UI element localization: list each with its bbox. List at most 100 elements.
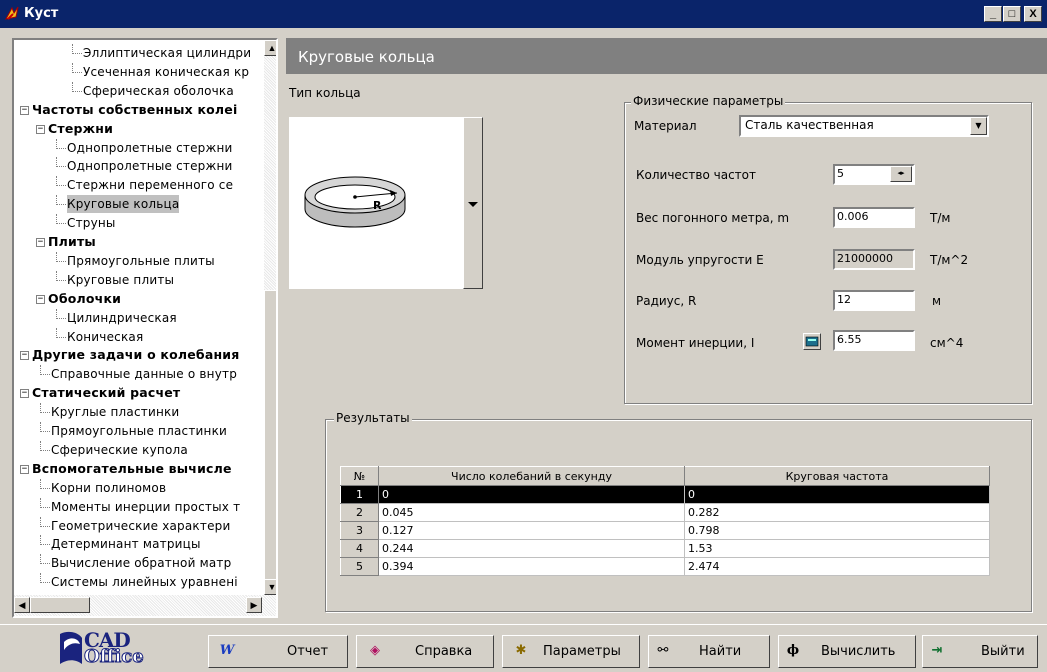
table-row[interactable]: 2 0.045 0.282: [340, 503, 990, 522]
tree-item[interactable]: Круговые плиты: [67, 271, 174, 289]
exit-button[interactable]: ⇥ Выйти: [922, 635, 1038, 668]
scroll-thumb[interactable]: [264, 290, 276, 580]
chevron-down-icon[interactable]: ▼: [970, 117, 987, 135]
tree-item[interactable]: Моменты инерции простых т: [51, 498, 240, 516]
tree-connector: [72, 62, 73, 73]
tree-connector: [40, 516, 41, 527]
h-scroll-thumb[interactable]: [30, 597, 90, 613]
tree-connector: [40, 506, 50, 508]
freq-count-spinner[interactable]: ◂▸: [890, 166, 912, 182]
table-cell: 0.045: [378, 503, 685, 522]
modulus-field: 21000000: [833, 249, 915, 270]
table-cell: 0: [378, 485, 685, 504]
tree-item[interactable]: Вспомогательные вычисле: [32, 460, 232, 478]
tree-item[interactable]: Плиты: [48, 233, 96, 251]
scroll-left-icon[interactable]: ◀: [14, 597, 30, 613]
collapse-toggle-icon[interactable]: −: [36, 294, 45, 304]
tree-item[interactable]: Оболочки: [48, 290, 121, 308]
tree-item[interactable]: Прямоугольные плиты: [67, 252, 215, 270]
ring-icon: R: [304, 176, 406, 228]
column-header[interactable]: №: [340, 466, 379, 486]
tree-item[interactable]: Геометрические характери: [51, 517, 230, 535]
tree-connector: [56, 308, 57, 319]
column-header[interactable]: Число колебаний в секунду: [378, 466, 685, 486]
find-button[interactable]: ⚯ Найти: [648, 635, 770, 668]
ring-type-dropdown-button[interactable]: [463, 117, 483, 289]
tree-item[interactable]: Эллиптическая цилиндри: [83, 44, 251, 62]
tree-item[interactable]: Сферические купола: [51, 441, 188, 459]
tree-item[interactable]: Прямоугольные пластинки: [51, 422, 227, 440]
scroll-up-icon[interactable]: ▲: [264, 40, 276, 56]
tree-item[interactable]: Однопролетные стержни: [67, 139, 233, 157]
close-button[interactable]: X: [1024, 6, 1042, 22]
inertia-input[interactable]: 6.55: [833, 330, 915, 351]
dropdown-arrow-icon: [468, 202, 478, 207]
inertia-label: Момент инерции, I: [636, 336, 755, 350]
results-table: № Число колебаний в секунду Круговая час…: [340, 466, 990, 576]
report-button[interactable]: W Отчет: [208, 635, 348, 668]
maximize-button[interactable]: □: [1003, 6, 1021, 22]
tree-item[interactable]: Цилиндрическая: [67, 309, 177, 327]
tree-vertical-scrollbar[interactable]: ▲ ▼: [264, 40, 276, 595]
tree-connector: [40, 525, 50, 527]
tree-item[interactable]: Коническая: [67, 328, 143, 346]
tree-connector: [56, 223, 66, 225]
scroll-down-icon[interactable]: ▼: [264, 579, 276, 595]
tree-item[interactable]: Корни полиномов: [51, 479, 166, 497]
tree-item[interactable]: Сферическая оболочка: [83, 82, 234, 100]
collapse-toggle-icon[interactable]: −: [20, 351, 29, 361]
table-row[interactable]: 3 0.127 0.798: [340, 521, 990, 540]
tree-item[interactable]: Круглые пластинки: [51, 403, 179, 421]
tree-item[interactable]: Частоты собственных колеі: [32, 101, 237, 119]
scad-office-logo: CAD Office: [60, 628, 170, 668]
tree-item[interactable]: Стержни переменного се: [67, 176, 233, 194]
tree-item[interactable]: Однопролетные стержни: [67, 157, 233, 175]
tree-item[interactable]: Справочные данные о внутр: [51, 365, 237, 383]
table-row[interactable]: 4 0.244 1.53: [340, 539, 990, 558]
tree-connector: [72, 90, 82, 92]
table-row[interactable]: 5 0.394 2.474: [340, 557, 990, 576]
collapse-toggle-icon[interactable]: −: [36, 238, 45, 247]
collapse-toggle-icon[interactable]: −: [20, 105, 29, 115]
tree-connector: [56, 336, 66, 338]
page-title: Круговые кольца: [286, 38, 1047, 74]
compute-button[interactable]: ϕ Вычислить: [778, 635, 916, 668]
tree-item[interactable]: Детерминант матрицы: [51, 535, 201, 553]
minimize-button[interactable]: _: [984, 6, 1002, 22]
tree-item[interactable]: Круговые кольца: [67, 195, 180, 214]
radius-input[interactable]: 12: [833, 290, 915, 311]
tree-item[interactable]: Другие задачи о колебания: [32, 346, 240, 364]
tree-item[interactable]: Струны: [67, 214, 116, 232]
logo-text-bottom: Office: [84, 646, 145, 668]
scroll-right-icon[interactable]: ▶: [246, 597, 262, 613]
help-button[interactable]: ◈ Справка: [356, 635, 494, 668]
column-header[interactable]: Круговая частота: [684, 466, 990, 486]
row-number: 2: [340, 503, 379, 522]
table-cell: 1.53: [684, 539, 990, 558]
collapse-toggle-icon[interactable]: −: [20, 389, 29, 399]
calculator-icon[interactable]: [803, 333, 821, 350]
tree-item[interactable]: Статический расчет: [32, 384, 180, 402]
ring-type-preview[interactable]: R: [289, 117, 463, 289]
help-icon: ◈: [370, 643, 380, 658]
ring-radius-label: R: [373, 199, 382, 212]
tree-connector: [40, 535, 41, 546]
tree-connector: [40, 422, 41, 432]
tree-item[interactable]: Вычисление обратной матр: [51, 554, 231, 572]
tree-item[interactable]: Стержни: [48, 120, 113, 138]
table-row[interactable]: 100: [340, 485, 990, 504]
weight-input[interactable]: 0.006: [833, 207, 915, 228]
params-button[interactable]: ✱ Параметры: [502, 635, 640, 668]
settings-icon: ✱: [515, 643, 527, 658]
tree-item[interactable]: Усеченная коническая кр: [83, 63, 249, 81]
tree-connector: [40, 403, 41, 414]
tree-horizontal-scrollbar[interactable]: ◀ ▶: [14, 595, 276, 616]
tree-item[interactable]: Системы линейных уравнені: [51, 573, 238, 591]
table-cell: 2.474: [684, 557, 990, 576]
tree-connector: [56, 204, 66, 206]
material-select[interactable]: Сталь качественная ▼: [739, 115, 989, 137]
tree-connector: [40, 554, 41, 565]
collapse-toggle-icon[interactable]: −: [20, 464, 29, 474]
inertia-unit: см^4: [930, 336, 964, 350]
collapse-toggle-icon[interactable]: −: [36, 124, 45, 134]
